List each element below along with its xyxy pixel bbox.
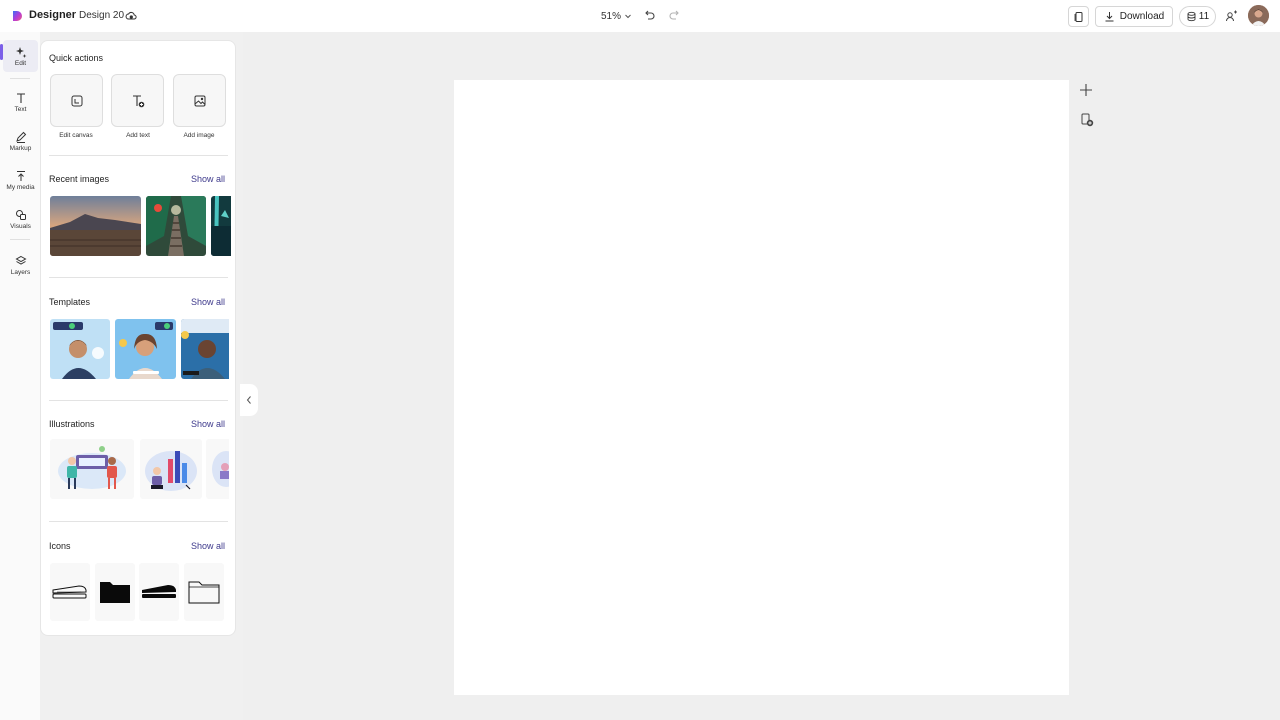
illustrations-title: Illustrations [49, 419, 95, 429]
redo-icon[interactable] [667, 8, 683, 24]
layers-icon [14, 255, 27, 265]
recent-image-thumbnail[interactable] [146, 196, 206, 256]
document-name[interactable]: Design 20 [79, 10, 124, 21]
left-rail: Edit Text Markup My media Visuals Layers [0, 32, 40, 720]
edit-panel: Quick actions Edit canvas Add text Add i… [40, 40, 236, 636]
collapse-panel-button[interactable] [240, 384, 258, 416]
edit-canvas-button[interactable] [50, 74, 103, 127]
rail-item-my-media[interactable]: My media [3, 164, 38, 196]
templates-title: Templates [49, 297, 91, 307]
template-thumbnail[interactable] [181, 319, 229, 379]
recent-images-title: Recent images [49, 174, 110, 184]
text-icon [16, 92, 25, 103]
avatar[interactable] [1248, 5, 1269, 26]
chevron-left-icon [246, 396, 251, 404]
cloud-saved-icon[interactable] [125, 10, 137, 22]
illustration-thumbnail[interactable] [50, 439, 134, 499]
templates-show-all[interactable]: Show all [191, 297, 225, 307]
rail-item-markup[interactable]: Markup [3, 125, 38, 157]
icons-show-all[interactable]: Show all [191, 541, 225, 551]
add-image-button[interactable] [173, 74, 226, 127]
divider [10, 78, 30, 79]
divider [49, 155, 228, 156]
add-image-icon [194, 95, 205, 106]
pages-icon [1074, 11, 1082, 22]
designer-logo-icon [13, 11, 22, 21]
divider [49, 277, 228, 278]
qa-label: Add image [183, 132, 215, 139]
pen-icon [15, 131, 26, 143]
zoom-value: 51% [601, 10, 622, 22]
divider [10, 239, 30, 240]
sparkle-edit-icon [15, 46, 26, 58]
folder-outline-icon[interactable] [184, 563, 224, 621]
upload-icon [16, 170, 25, 181]
top-bar: Designer Design 20 51% Download 11 [0, 0, 1280, 32]
credits-count: 11 [1198, 11, 1210, 22]
divider [49, 400, 228, 401]
rail-label: My media [6, 183, 35, 191]
resize-canvas-icon [71, 95, 82, 106]
rail-label: Text [14, 105, 27, 113]
download-icon [1105, 12, 1114, 22]
recent-images-show-all[interactable]: Show all [191, 174, 225, 184]
download-button[interactable]: Download [1095, 6, 1173, 27]
pages-button[interactable] [1068, 6, 1089, 27]
add-text-icon [132, 94, 144, 107]
stapler-outline-icon[interactable] [50, 563, 90, 621]
rail-label: Edit [14, 59, 27, 67]
design-canvas[interactable] [454, 80, 1069, 695]
chevron-down-icon [625, 14, 631, 19]
undo-icon[interactable] [641, 8, 657, 24]
qa-label: Edit canvas [59, 132, 93, 139]
rail-item-layers[interactable]: Layers [3, 249, 38, 281]
recent-image-thumbnail[interactable] [50, 196, 141, 256]
rail-label: Markup [9, 144, 32, 152]
illustration-thumbnail[interactable] [140, 439, 202, 499]
folder-filled-icon[interactable] [95, 563, 135, 621]
divider [49, 521, 228, 522]
add-text-button[interactable] [111, 74, 164, 127]
quick-actions-title: Quick actions [49, 53, 104, 63]
rail-label: Visuals [10, 222, 31, 230]
rail-item-visuals[interactable]: Visuals [3, 203, 38, 235]
share-icon[interactable] [1224, 8, 1240, 24]
illustration-thumbnail[interactable] [206, 439, 229, 499]
zoom-dropdown[interactable]: 51% [596, 7, 637, 25]
credits-button[interactable]: 11 [1179, 6, 1216, 27]
download-label: Download [1119, 11, 1165, 22]
icons-title: Icons [49, 541, 71, 551]
shapes-icon [15, 209, 26, 220]
rail-item-text[interactable]: Text [3, 86, 38, 118]
rail-item-edit[interactable]: Edit [3, 40, 38, 72]
qa-label: Add text [126, 132, 150, 139]
rail-label: Layers [10, 268, 31, 276]
app-name[interactable]: Designer [29, 9, 76, 21]
recent-image-thumbnail[interactable] [211, 196, 231, 256]
template-thumbnail[interactable] [115, 319, 176, 379]
add-page-icon[interactable] [1078, 82, 1094, 98]
stapler-filled-icon[interactable] [139, 563, 179, 621]
template-thumbnail[interactable] [50, 319, 110, 379]
illustrations-show-all[interactable]: Show all [191, 419, 225, 429]
coins-icon [1187, 11, 1196, 22]
duplicate-page-icon[interactable] [1079, 112, 1095, 128]
